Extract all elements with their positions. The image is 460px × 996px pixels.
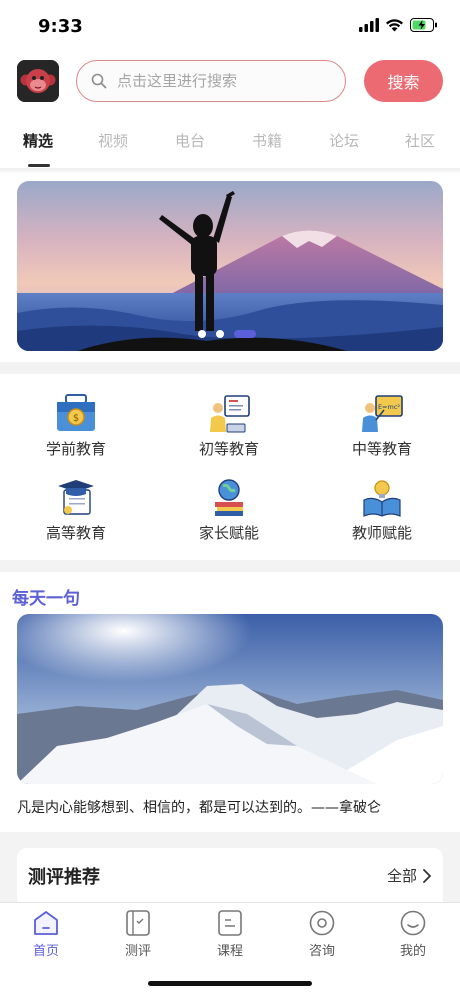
daily-quote-text: 凡是内心能够想到、相信的，都是可以达到的。——拿破仑 <box>17 800 381 816</box>
category-parents[interactable]: 家长赋能 <box>169 478 289 543</box>
globe-books-icon <box>215 479 243 516</box>
category-higher[interactable]: 高等教育 <box>16 478 136 543</box>
course-icon <box>218 910 242 936</box>
open-book-bulb-icon <box>363 480 401 517</box>
banner-carousel[interactable] <box>17 181 443 351</box>
home-icon <box>34 911 58 935</box>
formula-board-icon: E=mc² <box>362 395 403 432</box>
teacher-board-icon <box>210 395 250 433</box>
category-preschool[interactable]: $ 学前教育 <box>16 394 136 459</box>
recommend-card: 测评推荐 全部 <box>17 848 443 908</box>
status-icons <box>359 18 438 32</box>
snow-mountain-image <box>17 614 443 784</box>
carousel-dot[interactable] <box>198 330 206 338</box>
status-bar: 9:33 <box>0 0 460 52</box>
chevron-right-icon <box>423 868 431 883</box>
home-indicator <box>148 981 312 986</box>
category-tabs: 精选 视频 电台 书籍 论坛 社区 <box>0 118 460 170</box>
category-label: 初等教育 <box>198 440 259 458</box>
battery-charging-icon <box>410 18 437 32</box>
search-input[interactable] <box>117 61 337 101</box>
cellular-signal-icon <box>359 18 379 32</box>
nav-label: 课程 <box>216 944 243 959</box>
status-time: 9:33 <box>38 16 83 37</box>
nav-label: 测评 <box>124 944 151 959</box>
nav-label: 咨询 <box>308 944 335 959</box>
tab-community[interactable]: 社区 <box>405 130 435 151</box>
nav-course[interactable]: 课程 <box>195 909 265 959</box>
section-divider <box>0 560 460 572</box>
graduation-cap-icon <box>58 480 94 515</box>
section-divider <box>0 362 460 374</box>
recommend-title: 测评推荐 <box>28 867 100 888</box>
category-label: 教师赋能 <box>351 524 412 542</box>
app-logo[interactable] <box>17 60 59 102</box>
category-secondary[interactable]: E=mc² 中等教育 <box>322 394 442 459</box>
profile-icon <box>400 910 426 936</box>
banner-image <box>17 181 443 351</box>
view-all-label: 全部 <box>386 867 417 885</box>
tab-video[interactable]: 视频 <box>98 130 128 151</box>
category-label: 中等教育 <box>351 440 412 458</box>
view-all-link[interactable]: 全部 <box>387 865 431 886</box>
tab-radio[interactable]: 电台 <box>175 130 205 151</box>
nav-label: 我的 <box>399 944 426 959</box>
search-box[interactable] <box>76 60 346 102</box>
wifi-icon <box>386 19 403 32</box>
daily-section-title: 每天一句 <box>12 589 80 609</box>
tabs-divider <box>0 168 460 174</box>
search-icon <box>91 73 107 89</box>
svg-text:E=mc²: E=mc² <box>378 403 400 411</box>
category-label: 家长赋能 <box>198 524 259 542</box>
nav-home[interactable]: 首页 <box>11 909 81 959</box>
nav-evaluation[interactable]: 测评 <box>103 909 173 959</box>
carousel-dot[interactable] <box>216 330 224 338</box>
briefcase-money-icon: $ <box>57 394 95 431</box>
category-label: 高等教育 <box>45 524 106 542</box>
nav-label: 首页 <box>32 944 59 959</box>
tab-featured[interactable]: 精选 <box>23 130 53 151</box>
category-label: 学前教育 <box>45 440 106 458</box>
evaluation-icon <box>126 910 150 936</box>
active-tab-indicator <box>28 164 50 167</box>
tab-books[interactable]: 书籍 <box>252 130 282 151</box>
tab-forum[interactable]: 论坛 <box>329 130 359 151</box>
category-primary[interactable]: 初等教育 <box>169 394 289 459</box>
header: 搜索 <box>0 58 460 106</box>
nav-consult[interactable]: 咨询 <box>287 909 357 959</box>
category-teachers[interactable]: 教师赋能 <box>322 478 442 543</box>
daily-image[interactable] <box>17 614 443 784</box>
search-button[interactable]: 搜索 <box>364 60 443 102</box>
svg-text:$: $ <box>73 413 79 424</box>
monkey-logo-icon <box>17 60 59 102</box>
consult-icon <box>309 910 335 936</box>
nav-profile[interactable]: 我的 <box>378 909 448 959</box>
carousel-indicator <box>198 330 256 338</box>
carousel-dot-active[interactable] <box>234 330 256 338</box>
